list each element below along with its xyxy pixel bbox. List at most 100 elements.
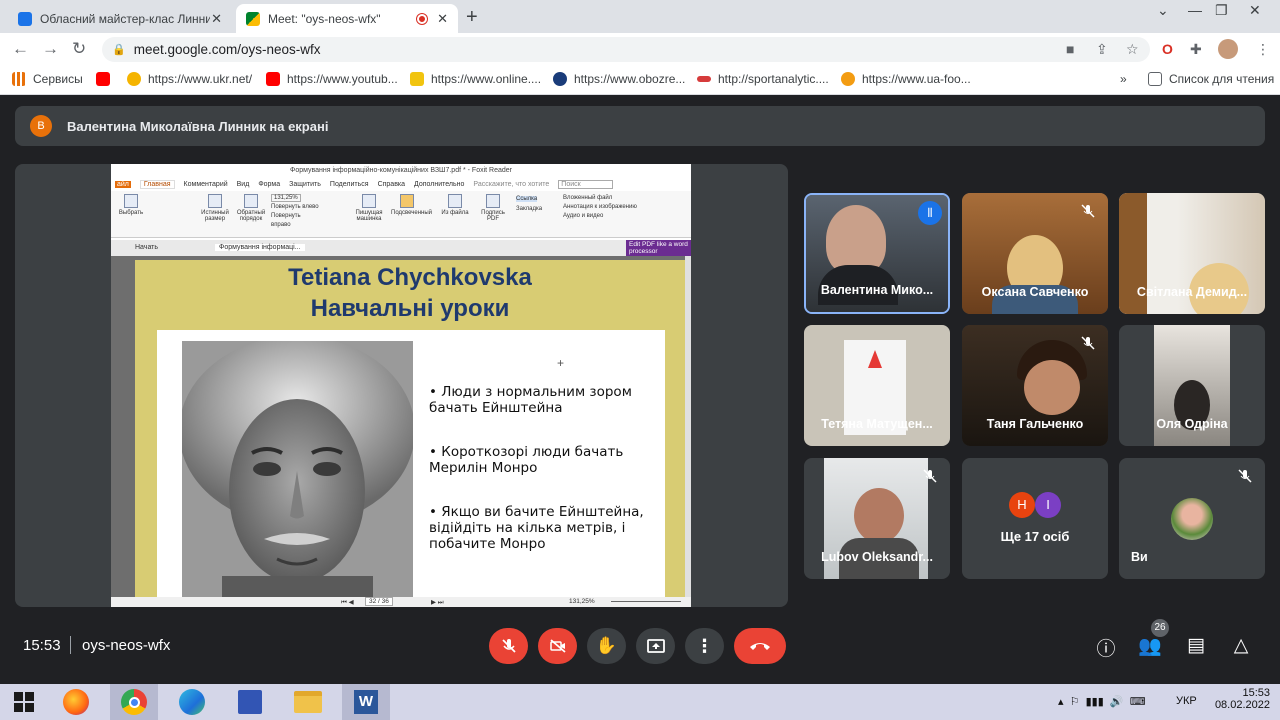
- address-bar[interactable]: 🔒 meet.google.com/oys-neos-wfx: [102, 37, 1150, 62]
- mic-off-icon: [501, 639, 516, 653]
- extensions-icon[interactable]: ✚: [1190, 41, 1202, 58]
- participant-tile[interactable]: ⦀ Валентина Мико...: [804, 193, 950, 314]
- tab-search-icon[interactable]: ⌄: [1157, 2, 1169, 19]
- menu-icon[interactable]: ⋮: [1256, 41, 1270, 58]
- meeting-details-icon[interactable]: ⓘ: [1094, 634, 1118, 660]
- reader-ribbon: Выбрать Истинный размер Обратный порядок…: [111, 191, 691, 238]
- menu-comment: Комментарий: [183, 180, 228, 188]
- self-tile[interactable]: Ви: [1119, 458, 1265, 579]
- participant-tile[interactable]: Оксана Савченко: [962, 193, 1108, 314]
- slide-title: Tetiana Chychkovska Навчальні уроки: [135, 260, 685, 330]
- camera-toggle-button[interactable]: [538, 628, 577, 664]
- bullet-text: Люди з нормальним зором бачать Ейнштейна: [429, 384, 632, 416]
- new-tab-icon[interactable]: +: [466, 6, 478, 29]
- participant-tile[interactable]: Таня Гальченко: [962, 325, 1108, 446]
- close-tab-icon[interactable]: ✕: [211, 11, 222, 27]
- actual-size-icon: [208, 194, 222, 208]
- muted-mic-icon: [1238, 469, 1252, 483]
- doc-tab-current: Формування інформаці...: [215, 244, 305, 251]
- menu-share: Поделиться: [329, 180, 369, 188]
- muted-mic-icon: [1081, 204, 1095, 218]
- share-icon[interactable]: ⇪: [1096, 41, 1108, 58]
- muted-mic-icon: [1081, 336, 1095, 350]
- select-tool-icon: [124, 194, 138, 208]
- participant-tile[interactable]: Lubov Oleksandr...: [804, 458, 950, 579]
- back-icon[interactable]: ←: [12, 39, 29, 59]
- activities-icon[interactable]: △: [1229, 634, 1253, 658]
- bookmark-services[interactable]: Сервисы: [12, 72, 83, 86]
- tab-meet[interactable]: Meet: "oys-neos-wfx" ✕: [236, 4, 458, 33]
- language-indicator[interactable]: УКР: [1176, 695, 1197, 707]
- url-text: meet.google.com/oys-neos-wfx: [133, 42, 321, 57]
- self-avatar: [1171, 498, 1213, 540]
- explorer-app[interactable]: [284, 684, 332, 720]
- bookmark-ukrnet[interactable]: https://www.ukr.net/: [127, 72, 252, 86]
- close-window-icon[interactable]: ✕: [1249, 2, 1261, 19]
- profile-avatar[interactable]: [1218, 39, 1238, 59]
- mic-toggle-button[interactable]: [489, 628, 528, 664]
- system-clock[interactable]: 15:53 08.02.2022: [1215, 687, 1270, 711]
- bookmark-obozrevatel[interactable]: https://www.obozre...: [553, 72, 685, 86]
- present-button[interactable]: [636, 628, 675, 664]
- tab-workshop[interactable]: Обласний майстер-клас Линник ✕: [8, 4, 232, 33]
- camera-icon[interactable]: ■: [1066, 41, 1074, 57]
- bookmark-uafootball[interactable]: https://www.ua-foo...: [841, 72, 971, 86]
- restore-icon[interactable]: ❐: [1215, 2, 1228, 19]
- start-button[interactable]: [0, 684, 48, 720]
- ribbon-label: Аннотация к изображению: [563, 204, 637, 210]
- tab-title: Meet: "oys-neos-wfx": [268, 11, 381, 26]
- chat-icon[interactable]: ▤: [1184, 634, 1208, 658]
- raise-hand-button[interactable]: ✋: [587, 628, 626, 664]
- sport-icon: [697, 76, 711, 82]
- bookmark-online[interactable]: https://www.online....: [410, 72, 541, 86]
- word-app[interactable]: W: [342, 684, 390, 720]
- windows-taskbar: W ▴ ⚐ ▮▮▮ 🔊 ⌨ УКР 15:53 08.02.2022: [0, 684, 1280, 720]
- forward-icon[interactable]: →: [42, 39, 59, 59]
- reload-icon[interactable]: ↻: [72, 39, 86, 59]
- people-count-badge: 26: [1151, 619, 1169, 637]
- presentation-stage[interactable]: Формування інформаційно-комунікаційних В…: [15, 164, 788, 607]
- ukrnet-icon: [127, 72, 141, 86]
- bookmarks-bar: Сервисы https://www.ukr.net/ https://www…: [0, 66, 1280, 95]
- firefox-app[interactable]: [52, 684, 100, 720]
- more-participants-tile[interactable]: Н І Ще 17 осіб: [962, 458, 1108, 579]
- presenting-text: Валентина Миколаївна Линник на екрані: [67, 118, 329, 134]
- participant-tile[interactable]: Оля Одріна: [1119, 325, 1265, 446]
- ribbon-label: Ссылка: [516, 196, 538, 202]
- leave-call-button[interactable]: [734, 628, 786, 664]
- participant-name: Lubov Oleksandr...: [821, 550, 933, 564]
- bookmark-youtube-2[interactable]: https://www.youtub...: [266, 72, 398, 86]
- zoom-box: 131,25%: [271, 194, 301, 202]
- slide: Tetiana Chychkovska Навчальні уроки • Лю…: [135, 260, 685, 597]
- page-nav-next-icon: ▶ ⏭: [431, 599, 444, 606]
- highlight-icon: [400, 194, 414, 208]
- meet-favicon-icon: [246, 11, 260, 26]
- bookmark-sportanalytic[interactable]: http://sportanalytic....: [697, 72, 829, 86]
- edge-app[interactable]: [168, 684, 216, 720]
- bookmarks-overflow[interactable]: »: [1120, 72, 1127, 86]
- close-tab-icon[interactable]: ✕: [437, 11, 448, 27]
- more-options-button[interactable]: ⋮: [685, 628, 724, 664]
- participant-tile[interactable]: Світлана Демид...: [1119, 193, 1265, 314]
- cursor-crosshair-icon: +: [557, 356, 565, 370]
- windows-logo-icon: [14, 692, 34, 712]
- tab-title: Обласний майстер-клас Линник: [40, 11, 210, 26]
- menu-file: айл: [115, 180, 131, 188]
- people-icon[interactable]: 👥: [1138, 634, 1162, 658]
- word-icon: W: [354, 690, 378, 714]
- menu-view: Вид: [236, 180, 250, 188]
- reading-list[interactable]: Список для чтения: [1148, 72, 1274, 86]
- minimize-icon[interactable]: —: [1188, 2, 1202, 18]
- opera-icon[interactable]: O: [1162, 41, 1173, 57]
- participant-avatar: І: [1035, 492, 1061, 518]
- save-app[interactable]: [226, 684, 274, 720]
- presenting-banner: В Валентина Миколаївна Линник на екрані: [15, 106, 1265, 146]
- participant-tile[interactable]: Тетяна Матущен...: [804, 325, 950, 446]
- tray-icons[interactable]: ▴ ⚐ ▮▮▮ 🔊 ⌨: [1058, 695, 1146, 708]
- slide-body: • Люди з нормальним зором бачать Ейнштей…: [157, 330, 665, 597]
- bookmark-youtube[interactable]: [96, 72, 117, 86]
- bookmark-star-icon[interactable]: ☆: [1126, 41, 1139, 58]
- chrome-app[interactable]: [110, 684, 158, 720]
- chrome-icon: [121, 689, 147, 715]
- ribbon-label: Подсвеченный: [391, 210, 433, 216]
